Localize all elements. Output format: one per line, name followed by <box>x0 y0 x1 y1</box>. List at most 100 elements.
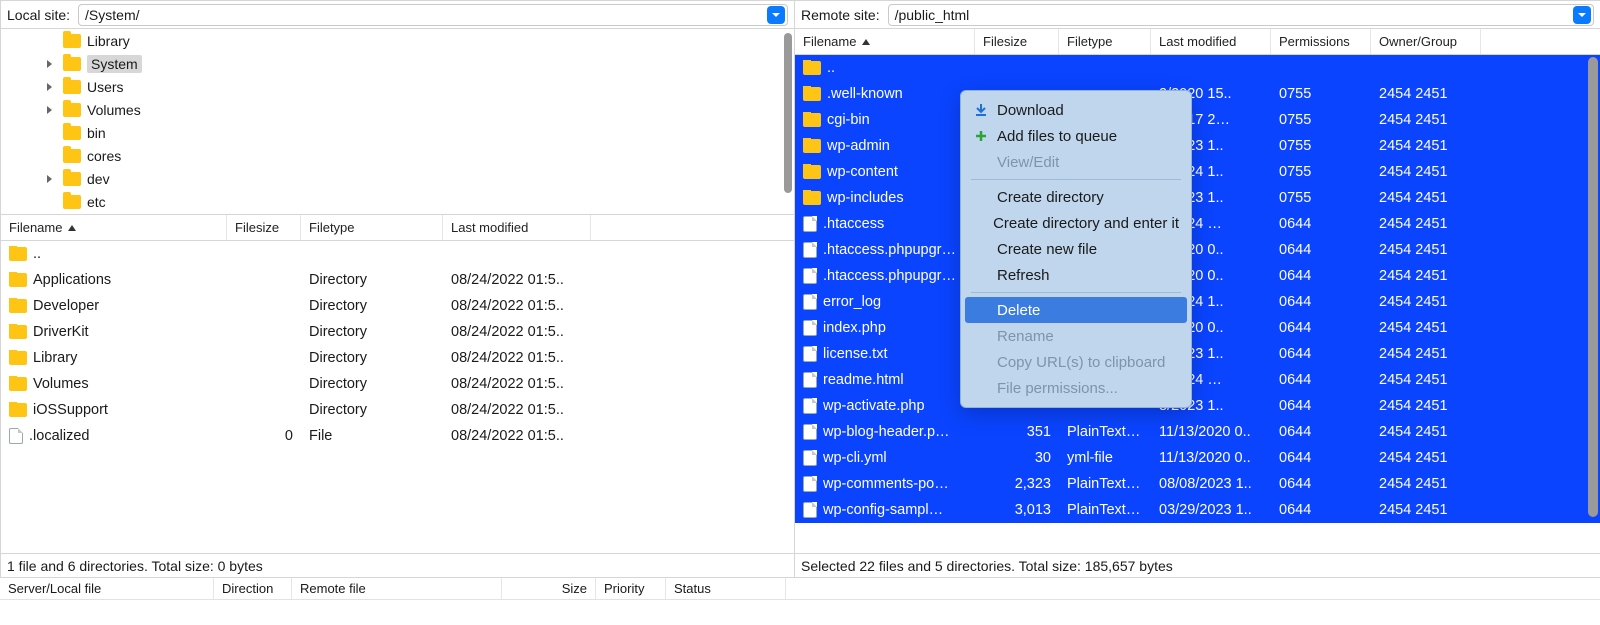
col-ownergroup[interactable]: Owner/Group <box>1371 29 1481 54</box>
folder-icon <box>803 139 821 153</box>
list-row[interactable]: DriverKitDirectory08/24/2022 01:5.. <box>1 319 794 345</box>
file-name: Library <box>33 350 77 366</box>
remote-list-headers[interactable]: Filename Filesize Filetype Last modified… <box>795 29 1600 55</box>
list-row[interactable]: .. <box>795 55 1600 81</box>
remote-path-combo[interactable]: /public_html <box>888 4 1594 26</box>
local-site-bar: Local site: /System/ <box>1 1 794 29</box>
menu-item-download[interactable]: Download <box>961 97 1191 123</box>
qh-remote[interactable]: Remote file <box>292 578 502 599</box>
list-row[interactable]: cgi-bin2/2017 2…07552454 2451 <box>795 107 1600 133</box>
queue-headers[interactable]: Server/Local file Direction Remote file … <box>0 578 1600 600</box>
tree-row[interactable]: cores <box>1 144 794 167</box>
col-filesize[interactable]: Filesize <box>227 215 301 240</box>
col-filetype[interactable]: Filetype <box>1059 29 1151 54</box>
cell-size: 30 <box>975 450 1059 466</box>
tree-row[interactable]: bin <box>1 121 794 144</box>
list-row[interactable]: .htaccess8/2024 …06442454 2451 <box>795 211 1600 237</box>
local-tree[interactable]: Library System UsersVolumesbincoresdevetc <box>1 29 794 215</box>
list-row[interactable]: iOSSupportDirectory08/24/2022 01:5.. <box>1 397 794 423</box>
menu-item-delete[interactable]: Delete <box>965 297 1187 323</box>
menu-label: Create directory <box>997 189 1104 206</box>
list-row[interactable]: .. <box>1 241 794 267</box>
tree-label: System <box>87 55 142 73</box>
file-icon <box>803 450 817 466</box>
cell-perm: 0644 <box>1271 242 1371 258</box>
list-row[interactable]: ApplicationsDirectory08/24/2022 01:5.. <box>1 267 794 293</box>
col-filetype[interactable]: Filetype <box>301 215 443 240</box>
file-icon <box>803 216 817 232</box>
remote-file-list[interactable]: ...well-known2/2020 15..07552454 2451cgi… <box>795 55 1600 553</box>
list-row[interactable]: wp-includes7/2023 1..07552454 2451 <box>795 185 1600 211</box>
cell-perm: 0644 <box>1271 216 1371 232</box>
cell-mod: 08/24/2022 01:5.. <box>443 350 591 366</box>
folder-icon <box>9 299 27 313</box>
list-row[interactable]: error_log7/2024 1..06442454 2451 <box>795 289 1600 315</box>
list-row[interactable]: .htaccess.phpupgr…7/2020 0..06442454 245… <box>795 263 1600 289</box>
col-filename[interactable]: Filename <box>1 215 227 240</box>
disclosure-icon[interactable] <box>43 57 57 71</box>
qh-server-local[interactable]: Server/Local file <box>0 578 214 599</box>
local-file-list[interactable]: ..ApplicationsDirectory08/24/2022 01:5..… <box>1 241 794 553</box>
folder-icon <box>803 61 821 75</box>
file-name: wp-admin <box>827 138 890 154</box>
tree-row[interactable]: dev <box>1 167 794 190</box>
menu-label: Refresh <box>997 267 1050 284</box>
cell-own: 2454 2451 <box>1371 450 1481 466</box>
list-row[interactable]: .localized0File08/24/2022 01:5.. <box>1 423 794 449</box>
cell-mod: 08/24/2022 01:5.. <box>443 272 591 288</box>
qh-priority[interactable]: Priority <box>596 578 666 599</box>
qh-direction[interactable]: Direction <box>214 578 292 599</box>
tree-row[interactable]: Volumes <box>1 98 794 121</box>
list-row[interactable]: wp-activate.php8/2023 1..06442454 2451 <box>795 393 1600 419</box>
cell-mod: 08/24/2022 01:5.. <box>443 428 591 444</box>
col-lastmodified[interactable]: Last modified <box>443 215 591 240</box>
list-row[interactable]: wp-content9/2024 1..07552454 2451 <box>795 159 1600 185</box>
chevron-down-icon[interactable] <box>1573 6 1591 24</box>
disclosure-icon[interactable] <box>43 103 57 117</box>
list-row[interactable]: wp-cli.yml30yml-file11/13/2020 0..064424… <box>795 445 1600 471</box>
scrollbar[interactable] <box>1588 57 1598 517</box>
menu-item-create-directory[interactable]: Create directory <box>961 184 1191 210</box>
menu-item-create-new-file[interactable]: Create new file <box>961 236 1191 262</box>
local-list-headers[interactable]: Filename Filesize Filetype Last modified <box>1 215 794 241</box>
cell-own: 2454 2451 <box>1371 502 1481 518</box>
list-row[interactable]: license.txt7/2023 1..06442454 2451 <box>795 341 1600 367</box>
file-name: readme.html <box>823 372 904 388</box>
local-path-combo[interactable]: /System/ <box>78 4 788 26</box>
col-filesize[interactable]: Filesize <box>975 29 1059 54</box>
cell-own: 2454 2451 <box>1371 320 1481 336</box>
list-row[interactable]: readme.html0/2024 …06442454 2451 <box>795 367 1600 393</box>
disclosure-icon[interactable] <box>43 172 57 186</box>
folder-icon <box>803 191 821 205</box>
col-filename[interactable]: Filename <box>795 29 975 54</box>
list-row[interactable]: wp-config-sampl…3,013PlainTextT…03/29/20… <box>795 497 1600 523</box>
list-row[interactable]: wp-blog-header.p…351PlainTextT…11/13/202… <box>795 419 1600 445</box>
disclosure-icon[interactable] <box>43 80 57 94</box>
chevron-down-icon[interactable] <box>767 6 785 24</box>
list-row[interactable]: wp-comments-po…2,323PlainTextT…08/08/202… <box>795 471 1600 497</box>
list-row[interactable]: wp-admin8/2023 1..07552454 2451 <box>795 133 1600 159</box>
menu-label: Rename <box>997 328 1054 345</box>
cell-type: Directory <box>301 298 443 314</box>
context-menu[interactable]: DownloadAdd files to queueView/EditCreat… <box>960 90 1192 408</box>
menu-item-add-files-to-queue[interactable]: Add files to queue <box>961 123 1191 149</box>
list-row[interactable]: DeveloperDirectory08/24/2022 01:5.. <box>1 293 794 319</box>
list-row[interactable]: .well-known2/2020 15..07552454 2451 <box>795 81 1600 107</box>
menu-item-create-directory-and-enter-it[interactable]: Create directory and enter it <box>961 210 1191 236</box>
col-lastmodified[interactable]: Last modified <box>1151 29 1271 54</box>
tree-row[interactable]: Library <box>1 29 794 52</box>
list-row[interactable]: index.php3/2020 0..06442454 2451 <box>795 315 1600 341</box>
list-row[interactable]: LibraryDirectory08/24/2022 01:5.. <box>1 345 794 371</box>
menu-item-refresh[interactable]: Refresh <box>961 262 1191 288</box>
tree-row[interactable]: System <box>1 52 794 75</box>
list-row[interactable]: VolumesDirectory08/24/2022 01:5.. <box>1 371 794 397</box>
qh-status[interactable]: Status <box>666 578 786 599</box>
file-name: wp-blog-header.p… <box>823 424 950 440</box>
qh-size[interactable]: Size <box>502 578 596 599</box>
tree-row[interactable]: Users <box>1 75 794 98</box>
menu-label: File permissions... <box>997 380 1118 397</box>
list-row[interactable]: .htaccess.phpupgr…7/2020 0..06442454 245… <box>795 237 1600 263</box>
tree-row[interactable]: etc <box>1 190 794 213</box>
col-permissions[interactable]: Permissions <box>1271 29 1371 54</box>
cell-own: 2454 2451 <box>1371 346 1481 362</box>
